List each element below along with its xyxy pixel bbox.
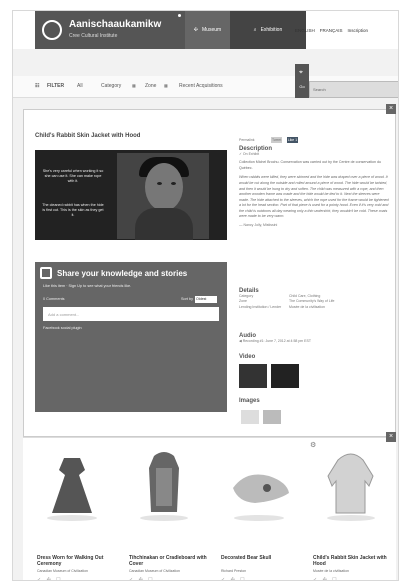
sort-dropdown[interactable]: Oldest <box>195 296 217 303</box>
on-exhibit-label: On Exhibit <box>242 152 260 156</box>
related-item-actions: ✓ ✣ ☐ <box>129 577 155 581</box>
on-exhibit-status: ✓ On Exhibit <box>239 152 389 157</box>
chat-icon <box>40 267 52 279</box>
eye-right <box>171 182 176 185</box>
filter-zone[interactable]: Zone <box>145 83 156 89</box>
lending-value: Musée de la civilisation <box>289 304 325 309</box>
images-section: Images <box>239 398 389 424</box>
related-item-museum: Richard Preston <box>221 569 247 573</box>
permalink-link[interactable]: Permalink <box>239 138 255 142</box>
category-menu-icon[interactable]: ▦ <box>132 83 136 88</box>
filter-all[interactable]: All <box>77 83 83 89</box>
quote-author: — Nancy Jolly, Mistissini <box>239 222 278 227</box>
search-input[interactable]: Search <box>309 81 398 98</box>
nav-tab-museum[interactable]: ✣ Museum <box>185 11 230 49</box>
video-caption-top: She's very careful when working it so sh… <box>42 169 104 183</box>
related-item-title: Decorated Bear Skull <box>221 555 272 561</box>
audio-recording-label: Recording #1: June 7, 2012 at 4:58 pm ES… <box>242 339 311 343</box>
related-item-actions: ✓ ✣ ☐ <box>221 577 247 581</box>
related-item-museum: Canadian Museum of Civilization <box>129 569 180 573</box>
speaker-icon: ◀ <box>239 339 242 343</box>
share-subline: Like this item · Sign Up to see what you… <box>43 284 132 288</box>
check-icon: ✓ <box>239 152 242 156</box>
related-item-actions: ✓ ✣ ☐ <box>37 577 63 581</box>
logo-dot-icon <box>178 14 181 17</box>
facebook-plugin-label: Facebook social plugin <box>43 326 82 330</box>
sort-label: Sort by <box>181 297 194 301</box>
filter-label: FILTER <box>47 83 65 89</box>
nav-tab-museum-label: Museum <box>202 27 222 33</box>
page-title: Child's Rabbit Skin Jacket with Hood <box>35 133 141 139</box>
image-thumbnail-1[interactable] <box>241 410 259 424</box>
details-section: Details Category Child Care, Clothing Zo… <box>239 288 389 310</box>
search-button[interactable]: ⌖ Go <box>295 64 309 98</box>
filter-recent-acquisitions[interactable]: Recent Acquisitions <box>179 83 223 89</box>
video-thumbnail-2[interactable] <box>271 364 299 388</box>
images-title: Images <box>239 398 260 404</box>
logo-title: Aanischaaukamikw <box>69 19 162 30</box>
like-button[interactable]: Like 1 <box>286 137 299 143</box>
related-item-dress[interactable]: Dress Worn for Walking Out Ceremony Cana… <box>37 448 119 581</box>
related-items-strip: × ⚙ Dress Worn for Walking Out Ceremony … <box>23 432 396 581</box>
nav-tab-exhibition-label: Exhibition <box>260 27 283 33</box>
artifact-sidebar: Permalink Tweet Like 1 Description ✓ On … <box>239 128 389 428</box>
skull-icon <box>233 474 289 521</box>
related-item-rabbit-jacket[interactable]: Child's Rabbit Skin Jacket with Hood Mus… <box>313 448 395 581</box>
related-item-title: Child's Rabbit Skin Jacket with Hood <box>313 555 387 568</box>
lending-label: Lending Institution / Lender <box>239 304 282 309</box>
share-title: Share your knowledge and stories <box>57 269 188 278</box>
elder-portrait <box>117 153 209 240</box>
body-shape <box>135 208 193 240</box>
english-link[interactable]: ENGLISH <box>295 28 315 33</box>
exhibition-page: Aanischaaukamikw Cree Cultural Institute… <box>12 10 399 581</box>
site-header: Aanischaaukamikw Cree Cultural Institute… <box>13 11 398 49</box>
related-item-actions: ✓ ✣ ☐ <box>313 577 339 581</box>
collection-note: Collection Michel Brochu. Conservation w… <box>239 160 382 170</box>
comment-input[interactable]: Add a comment... <box>43 307 219 321</box>
francais-link[interactable]: FRANÇAIS <box>320 28 343 33</box>
details-list: Category Child Care, Clothing Zone The C… <box>239 294 389 310</box>
description-section: Description ✓ On Exhibit Collection Mich… <box>239 146 389 228</box>
share-panel: Share your knowledge and stories Like th… <box>35 262 227 412</box>
related-item-title: Tihchinakan or Cradleboard with Cover <box>129 555 207 568</box>
description-text: When rabbits were killed, they were skin… <box>239 175 389 219</box>
tweet-button[interactable]: Tweet <box>271 137 283 143</box>
eye-left <box>157 182 162 185</box>
audio-section: Audio ◀ Recording #1: June 7, 2012 at 4:… <box>239 333 389 344</box>
video-thumbnail-1[interactable] <box>239 364 267 388</box>
video-player[interactable]: She's very careful when working it so sh… <box>35 150 227 240</box>
related-item-cradleboard[interactable]: Tihchinakan or Cradleboard with Cover Ca… <box>129 448 211 581</box>
filter-category[interactable]: Category <box>101 83 121 89</box>
video-section: Video <box>239 354 389 388</box>
filter-grid-icon: ☷ <box>35 83 40 89</box>
site-logo[interactable]: Aanischaaukamikw Cree Cultural Institute <box>35 11 185 49</box>
logo-icon <box>42 20 62 40</box>
language-links: ENGLISH FRANÇAIS Inscription <box>295 28 368 33</box>
search-icon: ⌕ <box>253 27 257 33</box>
image-thumbnail-2[interactable] <box>263 410 281 424</box>
logo-subtitle: Cree Cultural Institute <box>69 33 118 39</box>
related-item-bear-skull[interactable]: Decorated Bear Skull Richard Preston ✓ ✣… <box>221 448 303 581</box>
audio-recording[interactable]: ◀ Recording #1: June 7, 2012 at 4:58 pm … <box>239 339 389 344</box>
close-icon[interactable]: × <box>386 104 396 114</box>
zone-menu-icon[interactable]: ▦ <box>164 83 168 88</box>
location-pin-icon: ⌖ <box>299 69 303 76</box>
face-shape <box>145 163 183 211</box>
search-button-label: Go <box>299 84 305 89</box>
sharing-row: Permalink Tweet Like 1 <box>239 128 389 146</box>
move-icon: ✣ <box>193 27 198 33</box>
close-related-icon[interactable]: × <box>386 432 396 442</box>
comment-count: 0 Comments <box>43 297 65 301</box>
signin-link[interactable]: Inscription <box>347 28 368 33</box>
cradleboard-icon <box>140 452 188 521</box>
related-item-title: Dress Worn for Walking Out Ceremony <box>37 555 104 568</box>
video-caption-bottom: The cleaned rabbit has when the hide is … <box>42 203 104 217</box>
related-item-museum: Canadian Museum of Civilization <box>37 569 88 573</box>
dress-icon <box>47 458 97 521</box>
related-item-museum: Musée de la civilisation <box>313 569 349 573</box>
jacket-icon <box>327 453 375 521</box>
video-title: Video <box>239 354 256 360</box>
